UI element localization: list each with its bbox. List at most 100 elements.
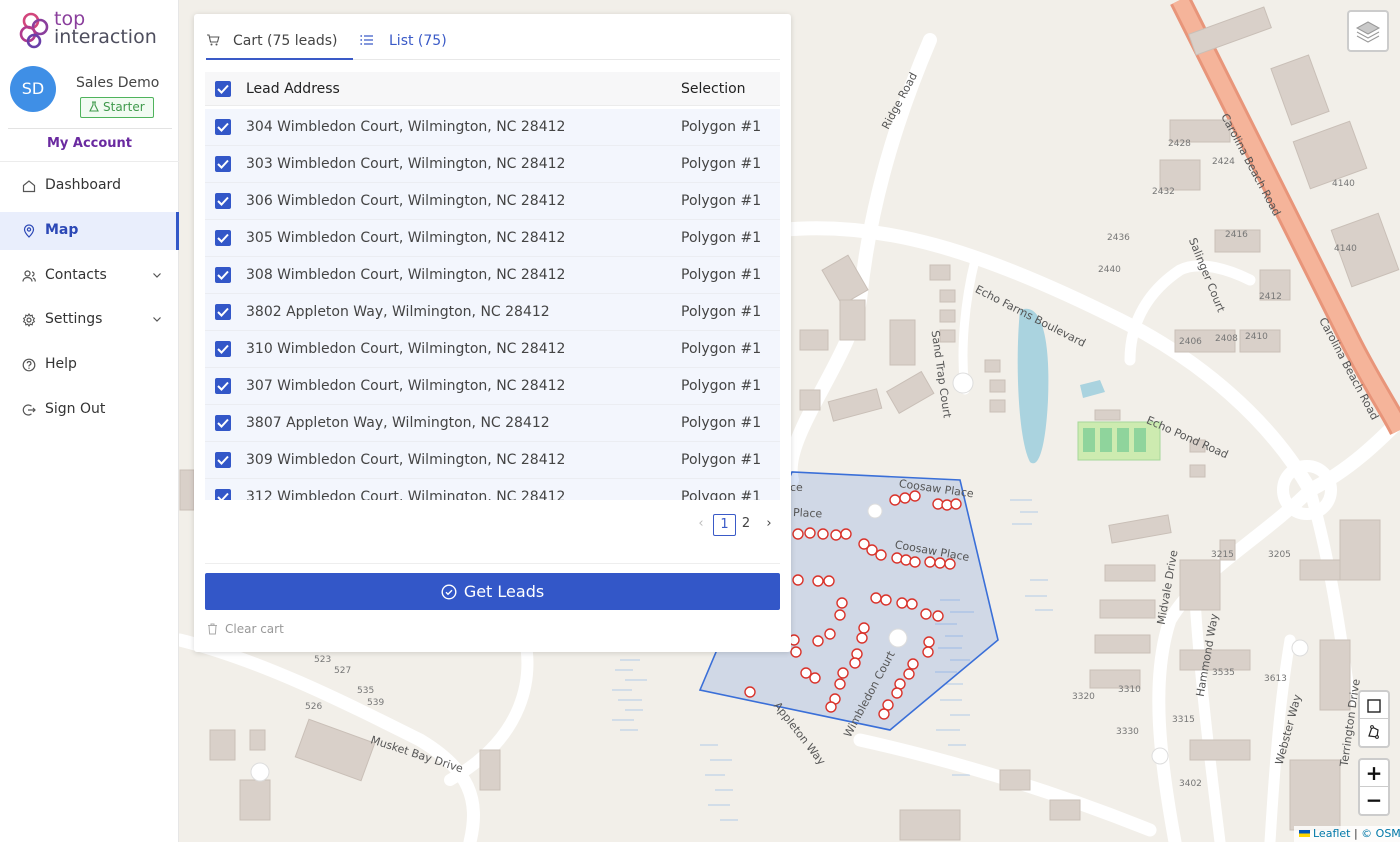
tab-cart[interactable]: Cart (75 leads) (206, 14, 353, 60)
osm-link[interactable]: © OSM (1361, 827, 1400, 840)
table-row[interactable]: 309 Wimbledon Court, Wilmington, NC 2841… (205, 442, 780, 479)
table-row[interactable]: 306 Wimbledon Court, Wilmington, NC 2841… (205, 183, 780, 220)
house-number: 4140 (1334, 244, 1357, 254)
leads-table: Lead Address Selection 304 Wimbledon Cou… (205, 72, 780, 500)
table-row[interactable]: 307 Wimbledon Court, Wilmington, NC 2841… (205, 368, 780, 405)
row-checkbox[interactable] (215, 193, 231, 209)
user-profile: SD Sales Demo Starter (10, 66, 170, 122)
cart-panel: Cart (75 leads) List (75) Lead Address S… (194, 14, 791, 652)
house-number: 2432 (1152, 187, 1175, 197)
row-checkbox[interactable] (215, 304, 231, 320)
check-icon (217, 418, 229, 428)
house-number: 2416 (1225, 230, 1248, 240)
clear-cart-label: Clear cart (225, 622, 284, 636)
cart-tabs: Cart (75 leads) List (75) (206, 14, 780, 60)
prev-page-button[interactable]: ‹ (694, 514, 708, 536)
ukraine-flag-icon (1299, 830, 1310, 837)
contacts-icon (22, 270, 36, 282)
row-checkbox[interactable] (215, 230, 231, 246)
column-header-address[interactable]: Lead Address (246, 81, 340, 97)
nav-item-settings[interactable]: Settings (0, 301, 179, 339)
trash-icon (208, 623, 217, 635)
lead-address: 307 Wimbledon Court, Wilmington, NC 2841… (246, 378, 566, 394)
lead-address: 3807 Appleton Way, Wilmington, NC 28412 (246, 415, 550, 431)
avatar[interactable]: SD (10, 66, 56, 112)
lead-selection: Polygon #1 (681, 267, 762, 283)
nav-item-map[interactable]: Map (0, 212, 179, 250)
row-checkbox[interactable] (215, 378, 231, 394)
sign-out-icon (22, 404, 36, 416)
table-row[interactable]: 303 Wimbledon Court, Wilmington, NC 2841… (205, 146, 780, 183)
row-checkbox[interactable] (215, 341, 231, 357)
house-number: 3402 (1179, 779, 1202, 789)
lead-address: 303 Wimbledon Court, Wilmington, NC 2841… (246, 156, 566, 172)
home-icon (22, 180, 36, 193)
house-number: 2440 (1098, 265, 1121, 275)
lead-address: 304 Wimbledon Court, Wilmington, NC 2841… (246, 119, 566, 135)
draw-polygon-button[interactable] (1360, 719, 1388, 746)
nav-item-dashboard[interactable]: Dashboard (0, 167, 179, 205)
lead-address: 3802 Appleton Way, Wilmington, NC 28412 (246, 304, 550, 320)
my-account-link[interactable]: My Account (0, 136, 179, 151)
get-leads-button[interactable]: Get Leads (205, 573, 780, 610)
row-checkbox[interactable] (215, 489, 231, 500)
rectangle-icon (1367, 699, 1381, 713)
house-number: 2424 (1212, 157, 1235, 167)
row-checkbox[interactable] (215, 452, 231, 468)
check-circle-icon (441, 584, 457, 600)
tab-label: Cart (75 leads) (233, 33, 338, 49)
divider (8, 128, 172, 129)
next-page-button[interactable]: › (762, 514, 776, 536)
house-number: 523 (314, 655, 332, 665)
road-label: ce (790, 481, 803, 494)
table-row[interactable]: 304 Wimbledon Court, Wilmington, NC 2841… (205, 109, 780, 146)
table-row[interactable]: 310 Wimbledon Court, Wilmington, NC 2841… (205, 331, 780, 368)
table-row[interactable]: 3802 Appleton Way, Wilmington, NC 28412 P… (205, 294, 780, 331)
table-row[interactable]: 305 Wimbledon Court, Wilmington, NC 2841… (205, 220, 780, 257)
tab-list[interactable]: List (75) (358, 14, 458, 60)
leaflet-link[interactable]: Leaflet (1313, 827, 1350, 840)
house-number: 539 (367, 698, 385, 708)
table-row[interactable]: 308 Wimbledon Court, Wilmington, NC 2841… (205, 257, 780, 294)
house-number: 2412 (1259, 292, 1282, 302)
page-2-button[interactable]: 2 (739, 514, 753, 536)
table-row[interactable]: 3807 Appleton Way, Wilmington, NC 28412 P… (205, 405, 780, 442)
lead-selection: Polygon #1 (681, 193, 762, 209)
house-number: 3315 (1172, 715, 1195, 725)
nav-item-sign-out[interactable]: Sign Out (0, 391, 179, 429)
row-checkbox[interactable] (215, 415, 231, 431)
chevron-down-icon (153, 317, 161, 322)
map-attribution: Leaflet | © OSM (1294, 826, 1400, 842)
nav-label: Help (45, 356, 77, 372)
select-all-checkbox[interactable] (215, 81, 231, 97)
row-checkbox[interactable] (215, 156, 231, 172)
row-checkbox[interactable] (215, 119, 231, 135)
flask-icon (89, 101, 99, 112)
nav-label: Dashboard (45, 177, 121, 193)
row-checkbox[interactable] (215, 267, 231, 283)
logo-text: top interaction (54, 10, 157, 47)
check-icon (217, 492, 229, 500)
column-header-selection[interactable]: Selection (681, 81, 746, 97)
house-number: 3320 (1072, 692, 1095, 702)
check-icon (217, 84, 229, 94)
lead-selection: Polygon #1 (681, 156, 762, 172)
house-number: 2410 (1245, 332, 1268, 342)
logo-mark-icon (19, 12, 49, 49)
top-interaction-logo[interactable]: top interaction (18, 10, 168, 50)
plan-label: Starter (103, 100, 145, 114)
draw-rectangle-button[interactable] (1360, 692, 1388, 719)
table-row[interactable]: 312 Wimbledon Court, Wilmington, NC 2841… (205, 479, 780, 500)
check-icon (217, 307, 229, 317)
layers-button[interactable] (1347, 10, 1389, 52)
nav-item-contacts[interactable]: Contacts (0, 257, 179, 295)
nav-label: Settings (45, 311, 103, 327)
cart-icon (207, 34, 220, 46)
lead-address: 305 Wimbledon Court, Wilmington, NC 2841… (246, 230, 566, 246)
draw-toolbar (1358, 690, 1390, 748)
nav-item-help[interactable]: Help (0, 346, 179, 384)
zoom-in-button[interactable]: + (1360, 760, 1388, 787)
gear-icon (22, 313, 36, 327)
zoom-out-button[interactable]: − (1360, 787, 1388, 814)
page-1-button[interactable]: 1 (713, 514, 736, 536)
